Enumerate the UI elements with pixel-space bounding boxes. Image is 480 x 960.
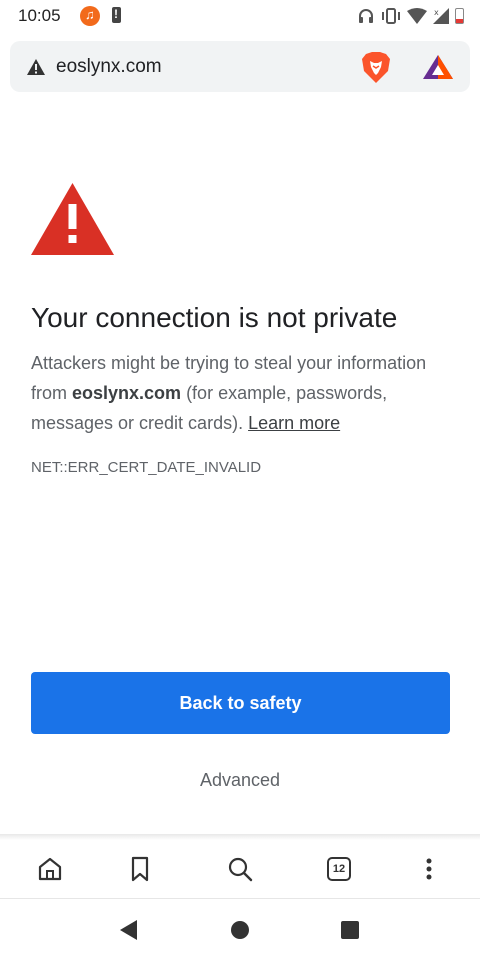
vibrate-icon	[382, 8, 400, 24]
status-time: 10:05	[18, 6, 61, 25]
tab-switcher-button[interactable]: 12	[324, 854, 354, 884]
large-warning-triangle-icon	[31, 183, 114, 255]
battery-icon	[455, 8, 464, 24]
warning-description: Attackers might be trying to steal your …	[31, 348, 451, 438]
battery-alert-icon	[112, 7, 121, 23]
recents-square-icon[interactable]	[339, 919, 361, 941]
page-title: Your connection is not private	[31, 302, 398, 333]
learn-more-link[interactable]: Learn more	[248, 413, 340, 433]
error-code[interactable]: NET::ERR_CERT_DATE_INVALID	[31, 459, 261, 476]
search-button[interactable]	[225, 854, 255, 884]
headset-icon	[359, 9, 373, 23]
url-text[interactable]: eoslynx.com	[56, 56, 162, 78]
search-icon	[228, 857, 253, 882]
home-circle-icon[interactable]	[229, 919, 251, 941]
svg-text:x: x	[434, 8, 439, 17]
bat-rewards-icon[interactable]	[422, 54, 454, 80]
tab-switcher-icon: 12	[327, 857, 351, 881]
home-icon	[38, 857, 62, 881]
more-menu-button[interactable]	[414, 854, 444, 884]
home-button[interactable]	[35, 854, 65, 884]
wifi-icon	[407, 8, 427, 24]
status-bar: 10:05 x	[0, 0, 480, 32]
bottom-toolbar: 12	[0, 840, 480, 898]
url-bar[interactable]: eoslynx.com	[10, 41, 470, 92]
system-nav-bar	[0, 899, 480, 960]
back-icon[interactable]	[118, 919, 140, 941]
advanced-button[interactable]: Advanced	[140, 764, 340, 796]
brave-lion-icon[interactable]	[360, 51, 392, 85]
warning-triangle-icon[interactable]	[26, 58, 46, 76]
bookmark-button[interactable]	[125, 854, 155, 884]
bookmark-icon	[131, 856, 149, 882]
description-domain: eoslynx.com	[72, 383, 182, 403]
more-vert-icon	[426, 858, 432, 880]
signal-icon: x	[433, 8, 449, 24]
back-to-safety-button[interactable]: Back to safety	[31, 672, 450, 734]
music-notification-icon	[80, 6, 100, 26]
